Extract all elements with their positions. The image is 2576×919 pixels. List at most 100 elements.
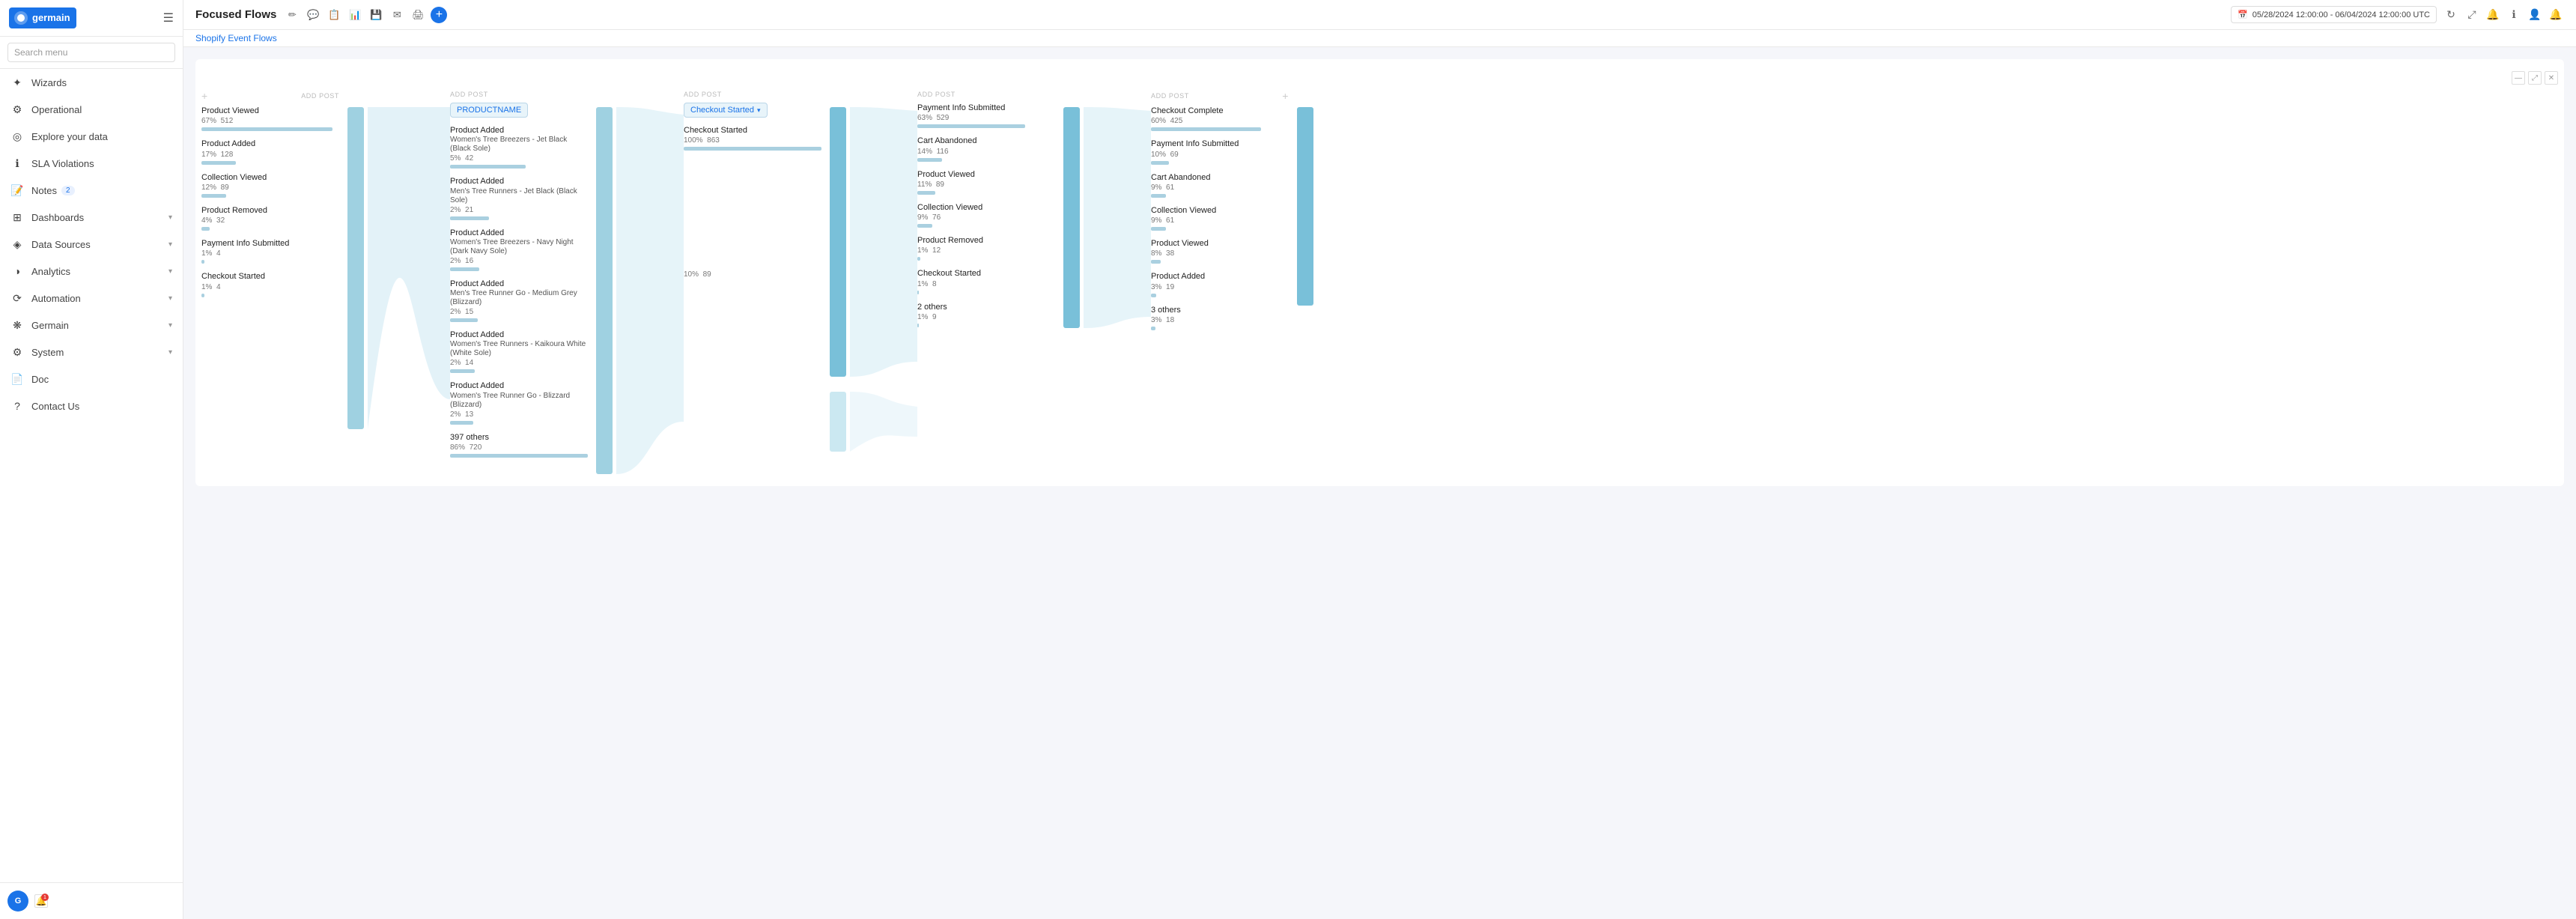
close-button[interactable]: ✕ xyxy=(2545,71,2558,85)
print-icon[interactable]: 🖨 xyxy=(410,7,426,23)
checkout-filter[interactable]: Checkout Started ▾ xyxy=(684,103,768,118)
search-input[interactable] xyxy=(7,43,175,62)
vbar-col3-main xyxy=(830,107,846,377)
user-icon[interactable]: 👤 xyxy=(2527,7,2543,23)
node-payment-submitted-4: Payment Info Submitted 63% 529 xyxy=(917,103,1055,128)
sidebar-item-label: Analytics xyxy=(31,266,70,277)
col2-vbars xyxy=(592,91,616,474)
node-cart-abandoned-5: Cart Abandoned 9% 61 xyxy=(1151,172,1289,198)
calendar-icon: 📅 xyxy=(2238,10,2248,19)
doc-icon: 📄 xyxy=(10,372,24,386)
node-bar xyxy=(684,147,821,151)
col3-vbars xyxy=(826,91,850,474)
col4-vbars xyxy=(1060,91,1084,474)
node-bar xyxy=(1151,327,1155,330)
sidebar-item-wizards[interactable]: ✦ Wizards xyxy=(0,69,183,96)
edit-icon[interactable]: ✏ xyxy=(284,7,300,23)
expand-button[interactable]: ⤢ xyxy=(2528,71,2542,85)
hamburger-icon[interactable]: ☰ xyxy=(163,10,174,25)
node-payment-submitted-1: Payment Info Submitted 1% 4 xyxy=(201,238,339,264)
node-pa-runners-jet: Product Added Men's Tree Runners - Jet B… xyxy=(450,176,588,219)
chevron-down-icon: ▾ xyxy=(168,294,172,303)
chevron-down-icon: ▾ xyxy=(168,240,172,249)
sidebar-item-germain[interactable]: ❋ Germain ▾ xyxy=(0,312,183,339)
col1-labels: + ADD POST Product Viewed 67% 512 Produc… xyxy=(201,91,344,474)
node-bar xyxy=(1151,227,1166,231)
contact-icon: ? xyxy=(10,399,24,413)
node-bar xyxy=(201,260,204,264)
vbar-col4 xyxy=(1063,107,1080,328)
node-bar xyxy=(1151,161,1169,165)
productname-filter[interactable]: PRODUCTNAME xyxy=(450,103,528,118)
chart-icon[interactable]: 📊 xyxy=(347,7,363,23)
node-bar xyxy=(201,294,204,297)
sidebar-item-contact[interactable]: ? Contact Us xyxy=(0,392,183,419)
chevron-down-icon: ▾ xyxy=(757,106,761,115)
sidebar-item-data-sources[interactable]: ◈ Data Sources ▾ xyxy=(0,231,183,258)
notification-icon[interactable]: 🔔 xyxy=(2548,7,2564,23)
sidebar-item-sla[interactable]: ℹ SLA Violations xyxy=(0,150,183,177)
avatar: G xyxy=(7,891,28,912)
page-title: Focused Flows xyxy=(195,8,276,21)
sidebar-item-explore[interactable]: ◎ Explore your data xyxy=(0,123,183,150)
svg-text:germain: germain xyxy=(32,12,70,23)
flow-canvas[interactable]: — ⤢ ✕ + ADD POST P xyxy=(183,47,2576,919)
refresh-icon[interactable]: ↻ xyxy=(2443,7,2459,23)
node-10pct-branch: 10% 89 xyxy=(684,270,821,279)
node-bar xyxy=(450,216,489,220)
save-icon[interactable]: 💾 xyxy=(368,7,384,23)
node-bar xyxy=(917,324,919,327)
explore-icon: ◎ xyxy=(10,130,24,143)
date-range-selector[interactable]: 📅 05/28/2024 12:00:00 - 06/04/2024 12:00… xyxy=(2231,6,2437,23)
comment-icon[interactable]: 💬 xyxy=(305,7,321,23)
col1-vbars xyxy=(344,91,368,474)
filter-label: Checkout Started xyxy=(690,106,754,115)
col5-add-button[interactable]: + xyxy=(1282,91,1289,101)
sidebar-item-label: Contact Us xyxy=(31,401,79,412)
node-bar xyxy=(450,267,479,271)
action-icons: ↻ ⤢ 🔔 ℹ 👤 🔔 xyxy=(2443,7,2564,23)
flow-lines-3 xyxy=(850,107,917,486)
sidebar-item-dashboards[interactable]: ⊞ Dashboards ▾ xyxy=(0,204,183,231)
sidebar-item-operational[interactable]: ⚙ Operational xyxy=(0,96,183,123)
sidebar-item-label: Wizards xyxy=(31,77,67,88)
sidebar-logo-area: germain ☰ xyxy=(0,0,183,37)
node-pa-runners-kaikoura: Product Added Women's Tree Runners - Kai… xyxy=(450,330,588,373)
sidebar-item-label: Notes xyxy=(31,185,57,196)
node-checkout-started-1: Checkout Started 1% 4 xyxy=(201,271,339,297)
col1-add-button[interactable]: + xyxy=(201,91,208,101)
info-icon[interactable]: ℹ xyxy=(2506,7,2522,23)
chevron-down-icon: ▾ xyxy=(168,348,172,357)
logo: germain xyxy=(9,7,76,28)
col5-header: ADD POST + xyxy=(1151,91,1289,101)
main-content: Focused Flows ✏ 💬 📋 📊 💾 ✉ 🖨 + 📅 05/28/20… xyxy=(183,0,2576,919)
sidebar-item-analytics[interactable]: ◑ Analytics ▾ xyxy=(0,258,183,285)
email-icon[interactable]: ✉ xyxy=(389,7,405,23)
notification-icon[interactable]: 🔔 1 xyxy=(34,894,48,908)
sidebar-item-system[interactable]: ⚙ System ▾ xyxy=(0,339,183,366)
flow-section-2: ADD POST PRODUCTNAME Product Added Women… xyxy=(450,91,616,474)
flow-lines-4 xyxy=(1084,107,1151,486)
date-range-text: 05/28/2024 12:00:00 - 06/04/2024 12:00:0… xyxy=(2253,10,2430,19)
add-button[interactable]: + xyxy=(431,7,447,23)
alert-icon[interactable]: 🔔 xyxy=(2485,7,2501,23)
wizards-icon: ✦ xyxy=(10,76,24,89)
flow-section-3: ADD POST Checkout Started ▾ Checkout Sta… xyxy=(684,91,850,474)
sidebar-item-label: Germain xyxy=(31,320,69,331)
col5-labels: ADD POST + Checkout Complete 60% 425 Pay… xyxy=(1151,91,1293,474)
sidebar-item-notes[interactable]: 📝 Notes 2 xyxy=(0,177,183,204)
clipboard-icon[interactable]: 📋 xyxy=(326,7,342,23)
node-product-added-1: Product Added 17% 128 xyxy=(201,139,339,164)
vbar-col3-small xyxy=(830,392,846,452)
sidebar-item-automation[interactable]: ⟳ Automation ▾ xyxy=(0,285,183,312)
sidebar-item-doc[interactable]: 📄 Doc xyxy=(0,366,183,392)
sidebar-item-label: Explore your data xyxy=(31,131,108,142)
node-collection-viewed-1: Collection Viewed 12% 89 xyxy=(201,172,339,198)
col4-labels: ADD POST Payment Info Submitted 63% 529 … xyxy=(917,91,1060,474)
node-product-removed-4: Product Removed 1% 12 xyxy=(917,235,1055,261)
minimize-button[interactable]: — xyxy=(2512,71,2525,85)
germain-icon: ❋ xyxy=(10,318,24,332)
node-bar xyxy=(917,257,920,261)
expand-icon[interactable]: ⤢ xyxy=(2464,7,2480,23)
node-product-viewed-1: Product Viewed 67% 512 xyxy=(201,106,339,131)
